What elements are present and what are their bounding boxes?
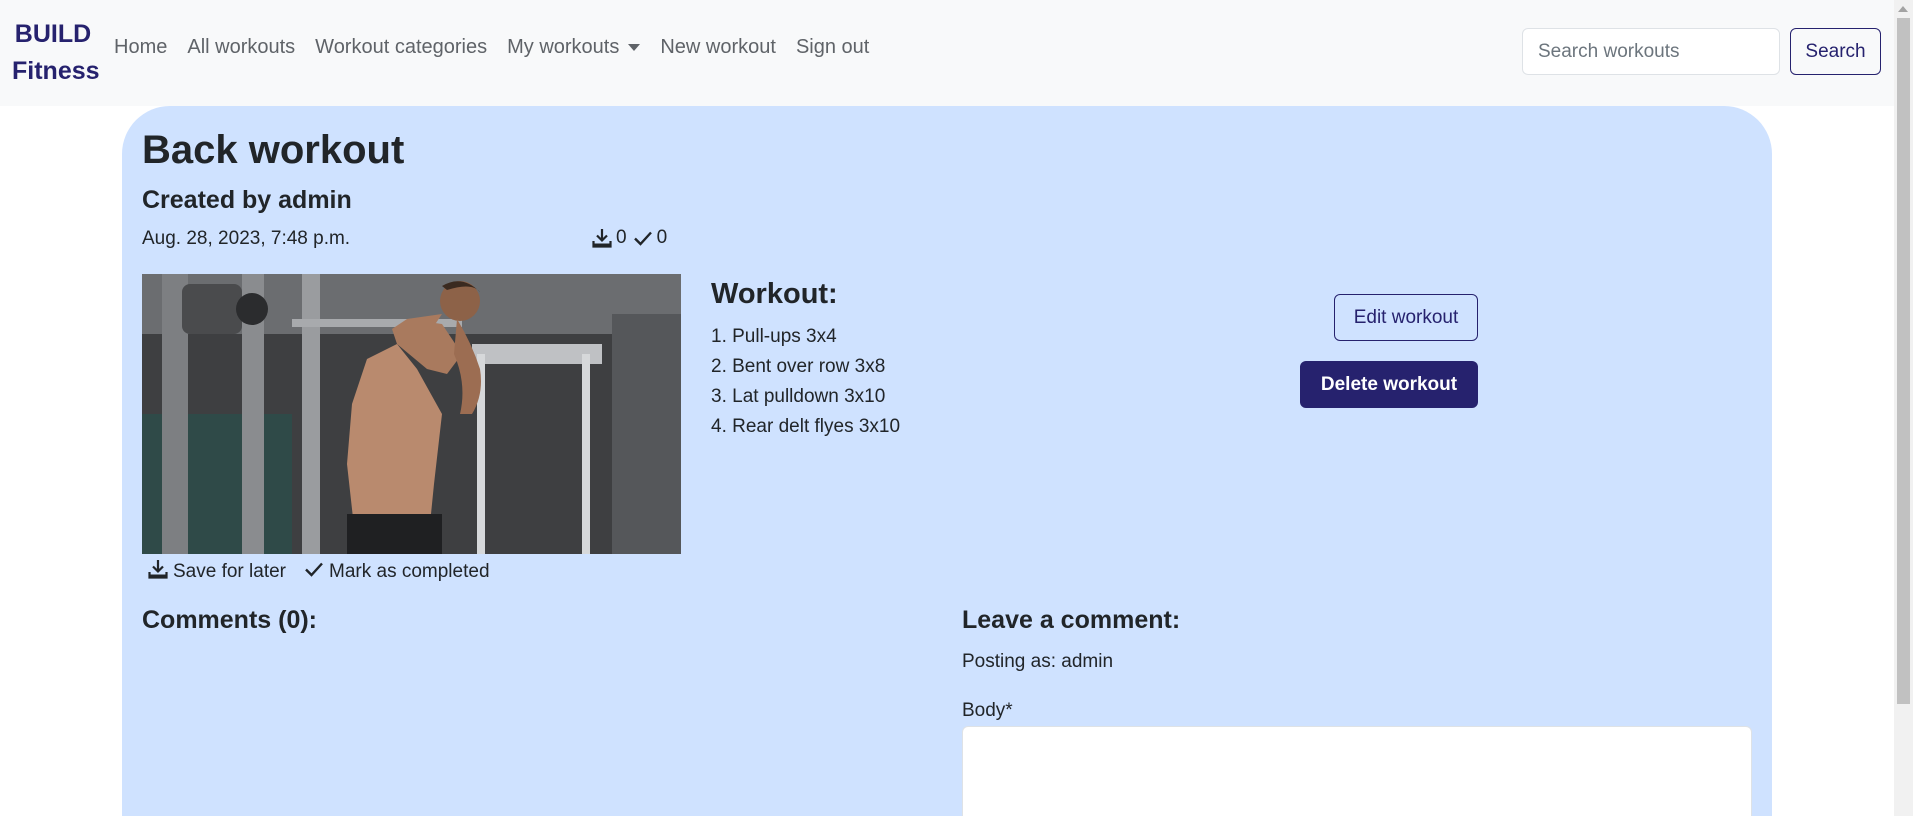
save-for-later-button[interactable]: Save for later xyxy=(148,559,286,585)
search-button[interactable]: Search xyxy=(1790,28,1881,75)
comment-body-field[interactable] xyxy=(962,726,1752,816)
nav-link-workout-categories[interactable]: Workout categories xyxy=(315,36,487,59)
caret-down-icon xyxy=(628,44,641,51)
nav-link-new-workout[interactable]: New workout xyxy=(660,36,776,59)
mark-completed-button[interactable]: Mark as completed xyxy=(304,559,490,585)
nav-link-all-workouts[interactable]: All workouts xyxy=(187,36,295,59)
edit-workout-button[interactable]: Edit workout xyxy=(1334,294,1478,341)
exercise-item: 1. Pull-ups 3x4 xyxy=(711,326,837,347)
brand-line-2: Fitness xyxy=(12,57,100,85)
exercise-list: 1. Pull-ups 3x4 2. Bent over row 3x8 3. … xyxy=(711,322,900,442)
brand-logo[interactable]: BUILD Fitness xyxy=(12,16,100,90)
exercise-item: 3. Lat pulldown 3x10 xyxy=(711,386,886,407)
nav-dropdown-label: My workouts xyxy=(507,36,620,58)
workout-image xyxy=(142,274,681,554)
delete-workout-button[interactable]: Delete workout xyxy=(1300,361,1478,408)
nav-link-home[interactable]: Home xyxy=(114,36,167,59)
workout-author: Created by admin xyxy=(142,186,352,214)
workout-actions: Save for later Mark as completed xyxy=(148,559,508,585)
checkmark-icon xyxy=(304,559,329,585)
leave-comment-heading: Leave a comment: xyxy=(962,606,1181,634)
exercise-item: 4. Rear delt flyes 3x10 xyxy=(711,416,901,437)
brand-line-1: BUILD xyxy=(14,20,92,48)
download-tray-icon xyxy=(592,228,612,248)
save-for-later-label: Save for later xyxy=(173,561,286,582)
scrollbar[interactable] xyxy=(1894,0,1913,816)
comments-heading: Comments (0): xyxy=(142,606,318,634)
posting-as-text: Posting as: admin xyxy=(962,651,1114,672)
completed-count: 0 xyxy=(656,227,668,248)
workout-date: Aug. 28, 2023, 7:48 p.m. xyxy=(142,228,351,249)
saves-count: 0 xyxy=(616,227,627,248)
workout-counts: 0 0 xyxy=(592,227,667,249)
navbar: BUILD Fitness Home All workouts Workout … xyxy=(0,0,1894,106)
scrollbar-thumb[interactable] xyxy=(1897,18,1910,704)
nav-links: Home All workouts Workout categories My … xyxy=(114,36,889,59)
nav-dropdown-my-workouts[interactable]: My workouts xyxy=(507,36,641,59)
checkmark-icon xyxy=(633,228,653,248)
exercise-item: 2. Bent over row 3x8 xyxy=(711,356,886,377)
workout-title: Back workout xyxy=(142,128,405,172)
mark-completed-label: Mark as completed xyxy=(329,561,490,582)
workout-card: Back workout Created by admin Aug. 28, 2… xyxy=(122,106,1772,816)
search-input[interactable] xyxy=(1522,28,1780,75)
comment-body-label: Body* xyxy=(962,700,1013,721)
scroll-up-arrow-icon[interactable] xyxy=(1898,6,1908,12)
nav-link-sign-out[interactable]: Sign out xyxy=(796,36,869,59)
download-tray-icon xyxy=(148,559,173,585)
workout-heading: Workout: xyxy=(711,278,838,310)
